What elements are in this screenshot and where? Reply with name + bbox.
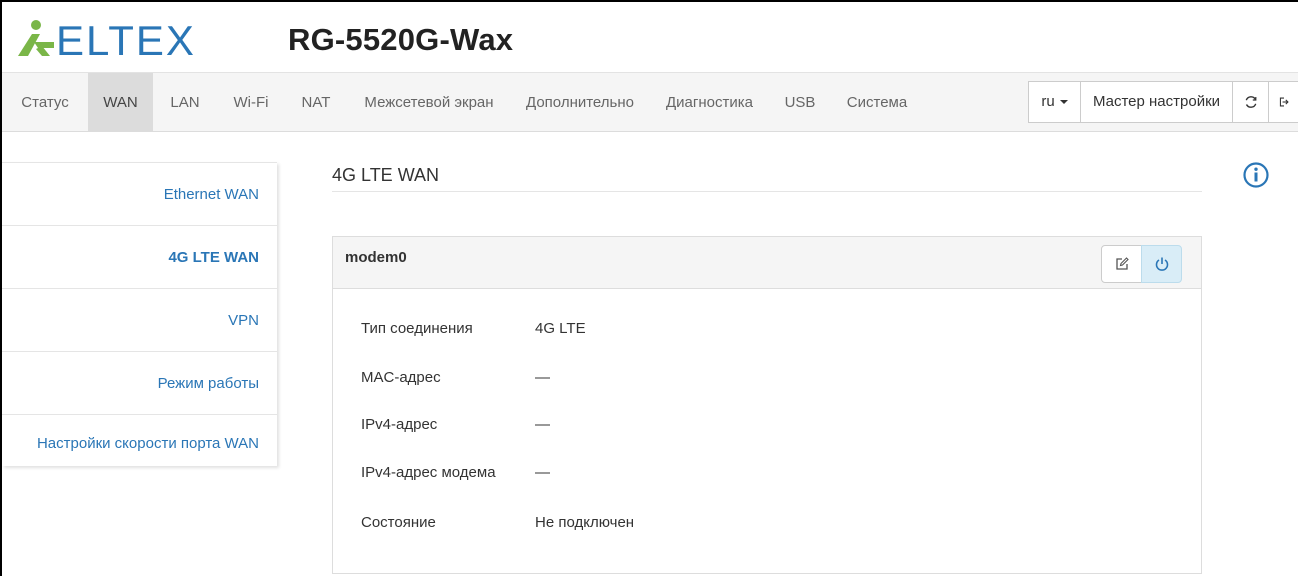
sidebar: Ethernet WAN 4G LTE WAN VPN Режим работы… xyxy=(2,162,277,466)
modem-panel: modem0 Тип соединения 4G LTE MAC-адрес —… xyxy=(332,236,1202,574)
sidebar-item-ethernet-wan[interactable]: Ethernet WAN xyxy=(2,163,277,226)
field-value-mac-address: — xyxy=(535,369,550,386)
refresh-button[interactable] xyxy=(1232,81,1269,123)
language-label: ru xyxy=(1041,93,1055,110)
field-value-ipv4-address: — xyxy=(535,416,550,433)
nav-item-diagnostics[interactable]: Диагностика xyxy=(649,73,770,132)
logo-text: ELTEX xyxy=(56,17,196,60)
edit-icon xyxy=(1115,257,1129,270)
header: ELTEX RG-5520G-Wax xyxy=(2,2,1298,72)
field-value-status: Не подключен xyxy=(535,514,635,531)
refresh-icon xyxy=(1245,96,1256,108)
panel-title: modem0 xyxy=(345,249,407,266)
device-model-title: RG-5520G-Wax xyxy=(288,22,514,57)
field-value-connection-type: 4G LTE xyxy=(535,320,586,337)
caret-down-icon xyxy=(1059,100,1068,104)
language-dropdown[interactable]: ru xyxy=(1028,81,1081,123)
nav-item-wan[interactable]: WAN xyxy=(88,73,153,132)
eltex-logo-mark: ELTEX xyxy=(18,17,196,60)
eltex-logo: ELTEX xyxy=(12,16,222,60)
field-label-status: Состояние xyxy=(361,514,436,531)
nav-item-wifi[interactable]: Wi-Fi xyxy=(217,73,285,132)
top-navbar: Статус WAN LAN Wi-Fi NAT Межсетевой экра… xyxy=(2,72,1298,132)
logout-icon xyxy=(1279,97,1289,107)
field-label-modem-ipv4-address: IPv4-адрес модема xyxy=(361,464,496,481)
nav-item-lan[interactable]: LAN xyxy=(153,73,217,132)
sidebar-item-operation-mode[interactable]: Режим работы xyxy=(2,352,277,415)
panel-header: modem0 xyxy=(333,237,1201,289)
field-label-mac-address: MAC-адрес xyxy=(361,369,441,386)
logout-button[interactable] xyxy=(1268,81,1298,123)
field-value-modem-ipv4-address: — xyxy=(535,464,550,481)
edit-button[interactable] xyxy=(1101,245,1142,283)
nav-item-nat[interactable]: NAT xyxy=(285,73,347,132)
page-title: 4G LTE WAN xyxy=(332,165,440,185)
navbar-right-group: ru Мастер настройки xyxy=(1028,81,1298,123)
field-label-connection-type: Тип соединения xyxy=(361,320,473,337)
power-button[interactable] xyxy=(1141,245,1182,283)
nav-item-advanced[interactable]: Дополнительно xyxy=(511,73,649,132)
nav-item-usb[interactable]: USB xyxy=(770,73,830,132)
nav-item-status[interactable]: Статус xyxy=(2,73,88,132)
info-icon[interactable] xyxy=(1242,161,1270,189)
app-frame: ELTEX RG-5520G-Wax Статус WAN LAN Wi-Fi … xyxy=(0,0,1298,576)
sidebar-item-wan-port-speed[interactable]: Настройки скорости порта WAN xyxy=(2,415,277,467)
setup-wizard-button[interactable]: Мастер настройки xyxy=(1080,81,1233,123)
nav-item-system[interactable]: Система xyxy=(830,73,924,132)
sidebar-item-vpn[interactable]: VPN xyxy=(2,289,277,352)
sidebar-item-4g-lte-wan[interactable]: 4G LTE WAN xyxy=(2,226,277,289)
nav-item-firewall[interactable]: Межсетевой экран xyxy=(347,73,511,132)
field-label-ipv4-address: IPv4-адрес xyxy=(361,416,438,433)
title-divider xyxy=(332,191,1202,192)
power-icon xyxy=(1155,257,1168,271)
